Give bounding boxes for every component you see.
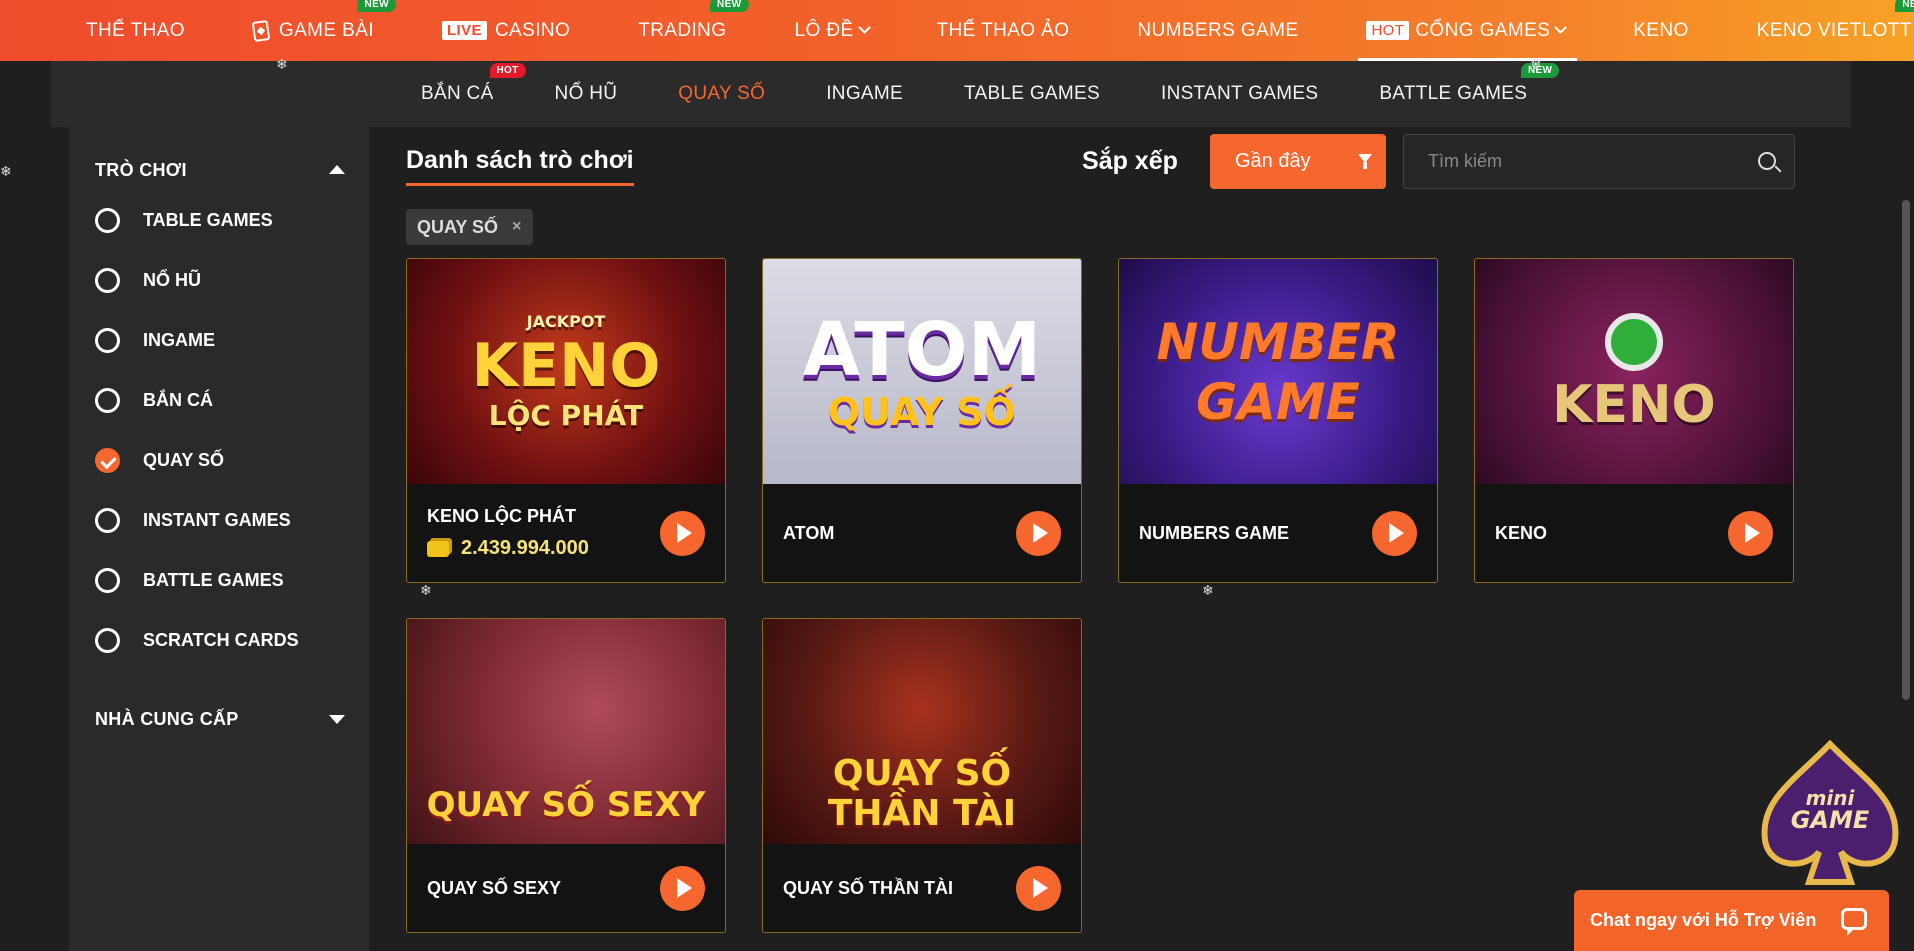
expand-down-icon[interactable]	[329, 715, 345, 724]
filter-funnel-icon	[1358, 154, 1372, 169]
play-button[interactable]	[1372, 511, 1417, 556]
radio-icon[interactable]	[95, 388, 120, 413]
game-card-quay-so-sexy[interactable]: QUAY SỐ SEXY QUAY SỐ SEXY	[406, 618, 726, 933]
game-card-atom[interactable]: ATOM QUAY SỐ ATOM	[762, 258, 1082, 583]
snowflake-icon: ❄	[420, 582, 432, 598]
radio-icon[interactable]	[95, 508, 120, 533]
subnav-item-ban-ca[interactable]: BẮN CÁ HOT	[421, 63, 526, 105]
new-badge: NEW	[709, 0, 749, 12]
games-section-heading[interactable]: TRÒ CHƠI	[95, 160, 187, 181]
snowflake-icon: ❄	[0, 163, 12, 179]
snowflake-icon: ❄	[1530, 56, 1542, 72]
radio-icon[interactable]	[95, 208, 120, 233]
chat-bubble-icon	[1841, 908, 1867, 936]
subnav-item-quay-so[interactable]: QUAY SỐ	[678, 83, 765, 105]
close-icon[interactable]: ×	[512, 218, 521, 236]
filter-table-games[interactable]: TABLE GAMES	[95, 208, 273, 233]
filter-ingame[interactable]: INGAME	[95, 328, 215, 353]
game-card-keno-loc-phat[interactable]: JACKPOT KENO LỘC PHÁT KENO LỘC PHÁT 2.43…	[406, 258, 726, 583]
nav-item-numbers-game[interactable]: NUMBERS GAME	[1137, 0, 1298, 61]
new-badge: NEW	[357, 0, 396, 12]
nav-item-the-thao[interactable]: THỂ THAO	[86, 0, 185, 61]
game-thumbnail: ATOM QUAY SỐ	[763, 259, 1081, 484]
scrollbar[interactable]	[1902, 200, 1910, 700]
top-nav: THỂ THAO GAME BÀI NEW LIVE CASINO TRADING N…	[0, 0, 1914, 61]
bingo-ball-icon	[1604, 312, 1663, 371]
play-button[interactable]	[1728, 511, 1773, 556]
game-thumbnail: QUAY SỐ THẦN TÀI	[763, 619, 1081, 844]
chevron-down-icon	[857, 21, 871, 34]
coins-icon	[427, 540, 449, 557]
radio-icon[interactable]	[95, 568, 120, 593]
filter-sidebar: TRÒ CHƠI TABLE GAMES NỔ HŨ INGAME BẮN CÁ…	[69, 127, 369, 951]
filter-ban-ca[interactable]: BẮN CÁ	[95, 388, 213, 413]
page-title: Danh sách trò chơi	[406, 146, 634, 186]
nav-item-lo-de[interactable]: LÔ ĐỀ	[795, 0, 871, 61]
filter-scratch-cards[interactable]: SCRATCH CARDS	[95, 628, 299, 653]
filter-instant-games[interactable]: INSTANT GAMES	[95, 508, 291, 533]
nav-item-keno-vietlott[interactable]: KENO VIETLOTTNEW	[1757, 0, 1914, 61]
nav-item-cong-games[interactable]: HOT CỔNG GAMES	[1358, 0, 1578, 61]
game-card-quay-so-than-tai[interactable]: QUAY SỐ THẦN TÀI QUAY SỐ THẦN TÀI	[762, 618, 1082, 933]
subnav-item-table-games[interactable]: TABLE GAMES	[964, 83, 1100, 105]
radio-icon[interactable]	[95, 628, 120, 653]
nav-item-game-bai[interactable]: GAME BÀI NEW	[251, 0, 396, 61]
checked-radio-icon[interactable]	[95, 448, 120, 473]
game-thumbnail: JACKPOT KENO LỘC PHÁT	[407, 259, 725, 484]
nav-item-keno[interactable]: KENO	[1633, 0, 1688, 61]
new-badge: NEW	[1895, 0, 1914, 12]
subnav-item-instant-games[interactable]: INSTANT GAMES	[1161, 83, 1318, 105]
filter-quay-so[interactable]: QUAY SỐ	[95, 448, 224, 473]
game-thumbnail: KENO	[1475, 259, 1793, 484]
search-input[interactable]	[1428, 151, 1748, 172]
radio-icon[interactable]	[95, 268, 120, 293]
live-badge: LIVE	[441, 21, 487, 40]
live-chat-button[interactable]: Chat ngay với Hỗ Trợ Viên	[1574, 890, 1889, 951]
game-card-keno[interactable]: KENO KENO	[1474, 258, 1794, 583]
nav-item-the-thao-ao[interactable]: THỂ THAO ẢO	[937, 0, 1070, 61]
filter-no-hu[interactable]: NỔ HŨ	[95, 268, 201, 293]
radio-icon[interactable]	[95, 328, 120, 353]
nav-item-casino[interactable]: LIVE CASINO	[441, 0, 570, 61]
snowflake-icon: ❄	[1202, 582, 1214, 598]
play-button[interactable]	[660, 866, 705, 911]
subnav-item-no-hu[interactable]: NỔ HŨ	[555, 83, 618, 105]
sort-dropdown[interactable]: Gần đây	[1210, 134, 1386, 189]
provider-section-heading[interactable]: NHÀ CUNG CẤP	[95, 709, 239, 730]
snowflake-icon: ❄	[276, 56, 288, 72]
hot-badge: HOT	[1366, 21, 1410, 40]
game-thumbnail: NUMBER GAME	[1119, 259, 1437, 484]
playing-card-icon	[251, 19, 271, 42]
hot-badge: HOT	[489, 63, 526, 78]
chevron-down-icon	[1554, 21, 1568, 34]
play-button[interactable]	[660, 511, 705, 556]
play-button[interactable]	[1016, 866, 1061, 911]
sub-nav: BẮN CÁ HOT NỔ HŨ QUAY SỐ INGAME TABLE GAM…	[51, 61, 1851, 127]
search-box[interactable]	[1403, 134, 1795, 189]
filter-battle-games[interactable]: BATTLE GAMES	[95, 568, 284, 593]
subnav-item-battle-games[interactable]: BATTLE GAMES NEW	[1379, 63, 1560, 105]
subnav-item-ingame[interactable]: INGAME	[826, 83, 903, 105]
play-button[interactable]	[1016, 511, 1061, 556]
mini-game-widget[interactable]: mini GAME	[1755, 739, 1905, 890]
sort-label: Sắp xếp	[1082, 147, 1178, 175]
collapse-up-icon[interactable]	[329, 165, 345, 174]
nav-item-trading[interactable]: TRADING NEW	[638, 0, 749, 61]
active-filter-chip: QUAY SỐ ×	[406, 209, 534, 245]
game-thumbnail: QUAY SỐ SEXY	[407, 619, 725, 844]
game-card-numbers-game[interactable]: NUMBER GAME NUMBERS GAME	[1118, 258, 1438, 583]
search-icon[interactable]	[1758, 152, 1776, 170]
